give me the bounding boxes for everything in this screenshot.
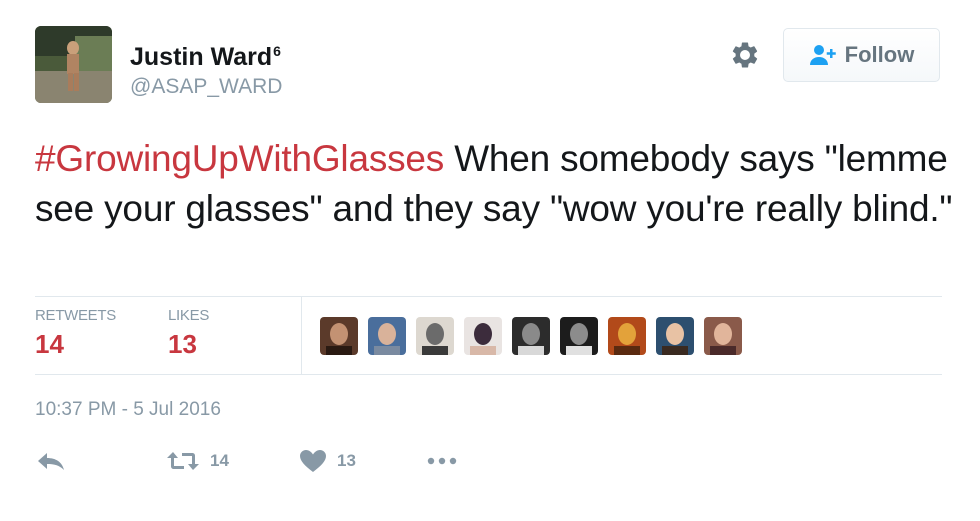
- add-user-icon: [809, 45, 836, 65]
- liker-avatar[interactable]: [512, 317, 550, 355]
- user-handle[interactable]: @ASAP_WARD: [130, 74, 282, 100]
- liker-avatar[interactable]: [416, 317, 454, 355]
- more-icon: [427, 457, 457, 465]
- hashtag-link[interactable]: #GrowingUpWithGlasses: [35, 138, 444, 179]
- display-name[interactable]: Justin Ward6: [130, 36, 282, 72]
- tweet-text: #GrowingUpWithGlasses When somebody says…: [35, 134, 955, 234]
- name-badge: 6: [273, 43, 281, 59]
- follow-button[interactable]: Follow: [783, 28, 940, 82]
- liker-avatar[interactable]: [656, 317, 694, 355]
- avatar[interactable]: [35, 26, 112, 103]
- retweet-button[interactable]: 14: [166, 446, 229, 476]
- likes-label: LIKES: [168, 307, 210, 324]
- gear-icon[interactable]: [730, 40, 760, 70]
- stats-divider: [301, 297, 302, 374]
- liker-avatar[interactable]: [704, 317, 742, 355]
- tweet-card: Justin Ward6 @ASAP_WARD Follow #GrowingU…: [0, 0, 980, 521]
- retweets-stat[interactable]: RETWEETS 14: [35, 307, 116, 360]
- tweet-timestamp[interactable]: 10:37 PM - 5 Jul 2016: [35, 399, 221, 421]
- liker-avatar[interactable]: [320, 317, 358, 355]
- heart-icon: [300, 450, 326, 472]
- likes-stat[interactable]: LIKES 13: [168, 307, 209, 360]
- user-info[interactable]: Justin Ward6 @ASAP_WARD: [130, 36, 282, 100]
- reply-button[interactable]: [36, 446, 66, 476]
- follow-label: Follow: [844, 42, 915, 67]
- reply-icon: [38, 453, 64, 470]
- likes-value: 13: [168, 329, 197, 359]
- liker-avatar[interactable]: [608, 317, 646, 355]
- liker-avatar[interactable]: [560, 317, 598, 355]
- retweets-value: 14: [35, 329, 64, 359]
- more-button[interactable]: [426, 446, 458, 476]
- liker-avatar[interactable]: [368, 317, 406, 355]
- retweets-label: RETWEETS: [35, 307, 116, 324]
- like-count: 13: [337, 451, 356, 470]
- like-button[interactable]: 13: [299, 446, 356, 476]
- display-name-text[interactable]: Justin Ward: [130, 43, 272, 71]
- retweet-icon: [167, 452, 199, 470]
- tweet-stats: RETWEETS 14 LIKES 13: [35, 296, 942, 375]
- retweet-count: 14: [210, 451, 229, 470]
- liker-avatar[interactable]: [464, 317, 502, 355]
